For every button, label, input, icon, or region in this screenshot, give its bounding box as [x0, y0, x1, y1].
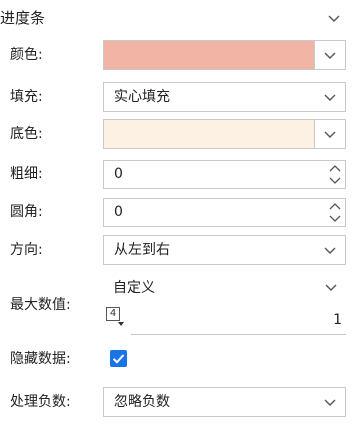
negative-value: 忽略负数 — [114, 394, 170, 410]
base-color-swatch — [104, 120, 314, 148]
divider — [314, 41, 315, 69]
chevron-down-icon[interactable] — [322, 242, 338, 258]
spin-up-icon[interactable] — [328, 162, 342, 174]
hide-data-label: 隐藏数据: — [10, 351, 71, 367]
max-value-mode-select[interactable]: 自定义 — [103, 274, 346, 302]
number-badge-icon: 4 — [106, 307, 120, 321]
max-value-input[interactable]: 1 — [131, 306, 346, 335]
direction-value: 从左到右 — [114, 242, 170, 258]
chevron-down-icon[interactable] — [326, 10, 342, 26]
thickness-value: 0 — [114, 166, 123, 182]
thickness-stepper[interactable]: 0 — [103, 160, 346, 189]
radius-label: 圆角: — [10, 204, 43, 220]
spin-down-icon[interactable] — [328, 213, 342, 225]
chevron-down-icon[interactable] — [323, 279, 339, 295]
negative-select[interactable]: 忽略负数 — [103, 387, 346, 417]
base-color-label: 底色: — [10, 126, 43, 142]
spin-down-icon[interactable] — [328, 175, 342, 187]
fill-value: 实心填充 — [114, 89, 170, 105]
radius-value: 0 — [114, 204, 123, 220]
fill-label: 填充: — [10, 89, 43, 105]
base-color-picker[interactable] — [103, 119, 346, 149]
max-value-mode: 自定义 — [113, 280, 155, 296]
caret-down-icon — [118, 322, 124, 326]
radius-stepper[interactable]: 0 — [103, 198, 346, 227]
negative-label: 处理负数: — [10, 394, 71, 410]
color-picker[interactable] — [103, 40, 346, 70]
chevron-down-icon[interactable] — [322, 47, 338, 63]
chevron-down-icon[interactable] — [322, 394, 338, 410]
hide-data-checkbox[interactable] — [110, 350, 127, 367]
max-value-label: 最大数值: — [10, 297, 71, 313]
fill-select[interactable]: 实心填充 — [103, 82, 346, 112]
thickness-label: 粗细: — [10, 166, 43, 182]
component-type-value: 进度条 — [0, 9, 46, 27]
direction-label: 方向: — [10, 242, 43, 258]
color-label: 颜色: — [10, 47, 43, 63]
component-type-select[interactable]: 进度条 — [0, 3, 346, 33]
chevron-down-icon[interactable] — [322, 126, 338, 142]
divider — [314, 120, 315, 148]
checkmark-icon — [112, 354, 125, 364]
spin-up-icon[interactable] — [328, 200, 342, 212]
direction-select[interactable]: 从左到右 — [103, 235, 346, 265]
max-value-number: 1 — [333, 312, 342, 328]
chevron-down-icon[interactable] — [322, 89, 338, 105]
color-swatch — [104, 41, 314, 69]
max-value-type-icon[interactable]: 4 — [106, 307, 124, 326]
